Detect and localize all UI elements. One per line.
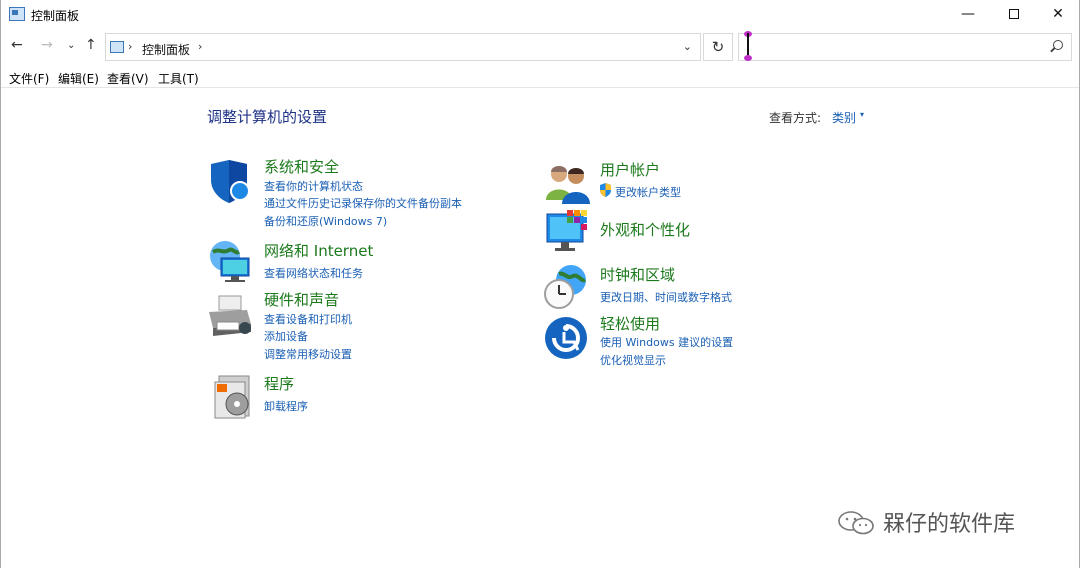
link-devices-printers[interactable]: 查看设备和打印机 — [264, 311, 352, 327]
view-by-dropdown[interactable]: 类别 — [832, 109, 856, 126]
accessibility-icon[interactable] — [544, 316, 590, 362]
search-icon[interactable] — [1053, 40, 1063, 50]
control-panel-window: 控制面板 — ✕ ← → ⌄ ↑ › 控制面板 › ⌄ ↻ 文件(F) 编辑(E… — [0, 0, 1080, 568]
category-title-user-accounts[interactable]: 用户帐户 — [600, 159, 660, 180]
menu-view[interactable]: 查看(V) — [107, 70, 149, 87]
maximize-icon — [1009, 9, 1019, 19]
back-button[interactable]: ← — [11, 37, 23, 53]
view-by-label: 查看方式: — [769, 111, 822, 125]
network-icon[interactable] — [207, 238, 253, 284]
breadcrumb-chevron-icon[interactable]: › — [198, 40, 202, 53]
watermark-text: 槑仔的软件库 — [883, 512, 1016, 537]
address-dropdown-button[interactable]: ⌄ — [683, 40, 692, 53]
search-input[interactable] — [738, 33, 1072, 61]
link-view-computer-status[interactable]: 查看你的计算机状态 — [264, 178, 363, 194]
uac-shield-icon — [600, 183, 611, 197]
page-title: 调整计算机的设置 — [207, 108, 328, 126]
maximize-button[interactable] — [991, 0, 1037, 30]
chevron-down-icon[interactable]: ▾ — [860, 110, 864, 119]
link-add-device[interactable]: 添加设备 — [264, 328, 308, 344]
recent-locations-button[interactable]: ⌄ — [67, 40, 75, 51]
up-button[interactable]: ↑ — [85, 37, 97, 53]
category-title-clock-region[interactable]: 时钟和区域 — [600, 264, 675, 285]
printer-icon[interactable] — [207, 294, 253, 340]
link-optimize-visual-display[interactable]: 优化视觉显示 — [600, 352, 666, 368]
link-network-status[interactable]: 查看网络状态和任务 — [264, 265, 363, 281]
control-panel-icon — [110, 41, 124, 53]
category-title-system-security[interactable]: 系统和安全 — [264, 156, 339, 177]
close-button[interactable]: ✕ — [1035, 0, 1080, 30]
category-title-hardware-sound[interactable]: 硬件和声音 — [264, 289, 339, 310]
shield-icon[interactable] — [207, 158, 253, 204]
link-mobility-settings[interactable]: 调整常用移动设置 — [264, 346, 352, 362]
category-title-network-internet[interactable]: 网络和 Internet — [264, 240, 373, 261]
clock-globe-icon[interactable] — [543, 264, 589, 310]
display-icon[interactable] — [545, 208, 591, 254]
category-title-ease-of-access[interactable]: 轻松使用 — [600, 313, 660, 334]
title-bar: 控制面板 — ✕ — [1, 0, 1079, 30]
breadcrumb-control-panel[interactable]: 控制面板 — [142, 41, 190, 58]
refresh-button[interactable]: ↻ — [703, 33, 733, 61]
wechat-icon — [838, 511, 874, 535]
navigation-bar: ← → ⌄ ↑ › 控制面板 › ⌄ ↻ — [1, 31, 1079, 63]
menu-file[interactable]: 文件(F) — [9, 70, 49, 87]
menu-bar: 文件(F) 编辑(E) 查看(V) 工具(T) — [1, 68, 1079, 88]
text-cursor-handle — [744, 55, 752, 61]
link-change-date-time-format[interactable]: 更改日期、时间或数字格式 — [600, 289, 732, 305]
users-icon[interactable] — [545, 160, 591, 206]
address-bar[interactable]: › 控制面板 › ⌄ — [105, 33, 701, 61]
link-file-history-backup[interactable]: 通过文件历史记录保存你的文件备份副本 — [264, 195, 462, 211]
category-title-programs[interactable]: 程序 — [264, 373, 294, 394]
programs-icon[interactable] — [209, 374, 255, 420]
link-recommended-settings[interactable]: 使用 Windows 建议的设置 — [600, 334, 733, 350]
menu-tools[interactable]: 工具(T) — [158, 70, 199, 87]
breadcrumb-chevron-icon[interactable]: › — [128, 40, 132, 53]
category-title-appearance[interactable]: 外观和个性化 — [600, 219, 690, 240]
window-title: 控制面板 — [31, 9, 80, 23]
minimize-button[interactable]: — — [945, 0, 991, 30]
link-change-account-type[interactable]: 更改帐户类型 — [615, 184, 681, 200]
forward-button[interactable]: → — [41, 37, 53, 53]
control-panel-icon — [9, 7, 25, 21]
link-uninstall-program[interactable]: 卸载程序 — [264, 398, 308, 414]
link-backup-restore[interactable]: 备份和还原(Windows 7) — [264, 213, 387, 229]
menu-edit[interactable]: 编辑(E) — [58, 70, 99, 87]
